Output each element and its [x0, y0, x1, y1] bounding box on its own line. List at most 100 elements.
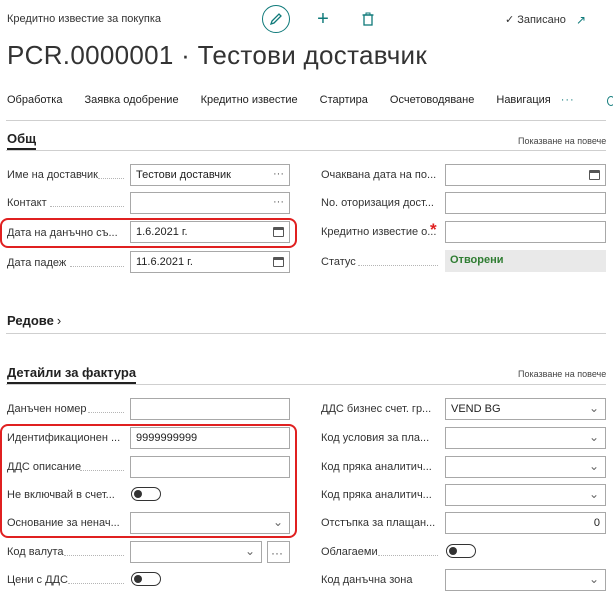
dotted-leader — [98, 178, 124, 179]
more-actions-icon[interactable]: ··· — [561, 94, 575, 110]
prices-incl-vat-toggle[interactable] — [131, 572, 161, 586]
due-date-label: Дата падеж — [7, 257, 67, 269]
credit-memo-no-label: Кредитно известие о... — [321, 226, 437, 238]
exclude-label: Не включвай в счет... — [7, 489, 115, 501]
status-value: Отворени — [445, 250, 606, 272]
vat-description-field[interactable] — [130, 456, 290, 478]
currency-select[interactable]: ⌄ — [130, 541, 262, 563]
dotted-leader — [80, 470, 124, 471]
tax-no-field[interactable] — [130, 398, 290, 420]
ellipsis-icon: ··· — [271, 546, 283, 560]
chevron-down-icon: ⌄ — [588, 459, 599, 473]
doc-date-field[interactable]: 1.6.2021 г. — [130, 221, 290, 243]
reason-select[interactable]: ⌄ — [130, 512, 290, 534]
tax-liable-label: Облагаеми — [321, 546, 378, 558]
vat-bus-posting-value: VEND BG — [451, 403, 501, 415]
chevron-down-icon: ⌄ — [588, 430, 599, 444]
payment-terms-select[interactable]: ⌄ — [445, 427, 606, 449]
page-title: PCR.0000001 · Тестови доставчик — [7, 40, 428, 70]
general-show-more-link[interactable]: Показване на повече — [518, 136, 606, 146]
edit-button[interactable] — [262, 5, 290, 33]
calendar-icon[interactable] — [589, 170, 600, 183]
saved-label: Записано — [517, 13, 566, 26]
vendor-name-value: Тестови доставчик — [136, 169, 231, 181]
calendar-icon[interactable] — [273, 257, 284, 270]
new-button[interactable]: + — [313, 7, 333, 30]
chevron-down-icon: ⌄ — [244, 544, 255, 558]
lookup-ellipsis-icon[interactable]: ··· — [273, 168, 284, 180]
info-pane-icon[interactable] — [607, 96, 613, 106]
vat-bus-posting-select[interactable]: VEND BG ⌄ — [445, 398, 606, 420]
dotted-leader — [68, 583, 124, 584]
action-process[interactable]: Обработка — [7, 94, 62, 110]
exclude-toggle[interactable] — [131, 487, 161, 501]
shortcut-dim-2-select[interactable]: ⌄ — [445, 484, 606, 506]
chevron-down-icon: ⌄ — [272, 515, 283, 529]
identification-field[interactable]: 9999999999 — [130, 427, 290, 449]
dotted-leader — [378, 555, 438, 556]
contact-label: Контакт — [7, 197, 47, 209]
section-general-title[interactable]: Общ — [7, 131, 37, 150]
vat-description-label: ДДС описание — [7, 461, 82, 473]
expected-date-field[interactable] — [445, 164, 606, 186]
dotted-leader — [70, 266, 124, 267]
required-asterisk: * — [430, 220, 437, 239]
dotted-leader — [64, 555, 124, 556]
action-bar-divider — [6, 120, 606, 121]
open-new-window-icon: ↗ — [576, 13, 587, 27]
payment-discount-value: 0 — [593, 517, 600, 529]
dotted-leader — [88, 412, 124, 413]
page-caption: Кредитно известие за покупка — [7, 13, 161, 25]
reason-label: Основание за ненач... — [7, 517, 120, 529]
check-icon: ✓ — [505, 14, 515, 26]
action-request-approval[interactable]: Заявка одобрение — [84, 94, 178, 110]
payment-discount-field[interactable]: 0 — [445, 512, 606, 534]
action-credit-memo[interactable]: Кредитно известие — [201, 94, 298, 110]
shortcut-dim-1-select[interactable]: ⌄ — [445, 456, 606, 478]
contact-field[interactable]: ··· — [130, 192, 290, 214]
auth-no-field[interactable] — [445, 192, 606, 214]
dotted-leader — [50, 206, 124, 207]
action-navigate[interactable]: Навигация — [496, 94, 550, 110]
due-date-field[interactable]: 11.6.2021 г. — [130, 251, 290, 273]
status-label: Статус — [321, 256, 356, 268]
chevron-down-icon: ⌄ — [588, 487, 599, 501]
chevron-down-icon: ⌄ — [588, 401, 599, 415]
tax-no-label: Данъчен номер — [7, 403, 87, 415]
section-invoice-details-title[interactable]: Детайли за фактура — [7, 365, 137, 384]
delete-button[interactable] — [359, 10, 377, 28]
action-release[interactable]: Стартира — [320, 94, 368, 110]
plus-icon: + — [317, 7, 329, 30]
payment-discount-label: Отстъпка за плащан... — [321, 517, 436, 529]
identification-value: 9999999999 — [136, 432, 198, 444]
open-new-window-button[interactable]: ↗ — [576, 13, 586, 27]
vat-bus-posting-label: ДДС бизнес счет. гр... — [321, 403, 432, 415]
doc-date-value: 1.6.2021 г. — [136, 226, 188, 238]
lines-divider — [6, 333, 606, 334]
tax-liable-toggle[interactable] — [446, 544, 476, 558]
tax-area-select[interactable]: ⌄ — [445, 569, 606, 591]
saved-status: ✓ Записано — [505, 13, 566, 27]
section-lines-title[interactable]: Редове › — [7, 313, 61, 328]
identification-label: Идентификационен ... — [7, 432, 121, 444]
due-date-value: 11.6.2021 г. — [136, 256, 193, 268]
currency-label: Код валута — [7, 546, 64, 558]
tax-area-label: Код данъчна зона — [321, 574, 413, 586]
invoice-details-show-more-link[interactable]: Показване на повече — [518, 369, 606, 379]
lines-title-text: Редове — [7, 313, 54, 328]
vendor-name-label: Име на доставчик — [7, 169, 98, 181]
action-posting[interactable]: Осчетоводяване — [390, 94, 474, 110]
general-divider — [6, 150, 606, 151]
shortcut-dim-1-label: Код пряка аналитич... — [321, 461, 432, 473]
expected-date-label: Очаквана дата на по... — [321, 169, 437, 181]
calendar-icon[interactable] — [273, 227, 284, 240]
credit-memo-no-field[interactable] — [445, 221, 606, 243]
doc-date-label: Дата на данъчно съ... — [7, 227, 118, 239]
currency-lookup-button[interactable]: ··· — [267, 541, 290, 563]
chevron-down-icon: ⌄ — [588, 572, 599, 586]
vendor-name-field[interactable]: Тестови доставчик ··· — [130, 164, 290, 186]
shortcut-dim-2-label: Код пряка аналитич... — [321, 489, 432, 501]
trash-icon — [362, 12, 374, 26]
invoice-details-divider — [6, 384, 606, 385]
lookup-ellipsis-icon[interactable]: ··· — [273, 196, 284, 208]
